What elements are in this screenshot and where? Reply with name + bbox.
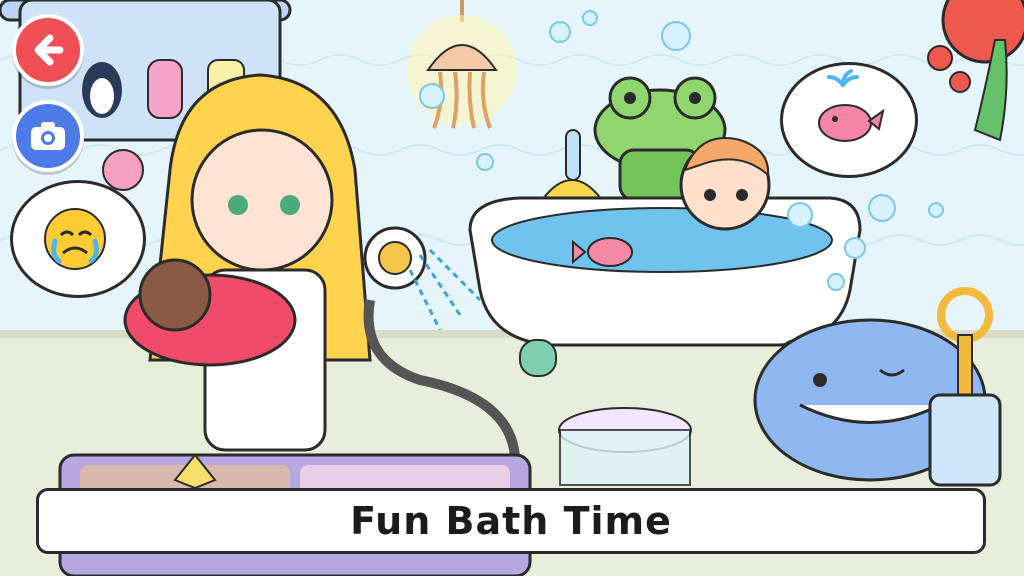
baby-in-tub[interactable] bbox=[679, 137, 771, 231]
camera-button[interactable] bbox=[12, 100, 84, 172]
thermometer[interactable] bbox=[565, 129, 581, 181]
rainbow-stool[interactable] bbox=[558, 407, 692, 486]
pink-whale-fountain-icon bbox=[818, 69, 885, 142]
pink-bottle-toy[interactable] bbox=[147, 59, 183, 119]
camera-icon bbox=[31, 122, 65, 150]
bath-water[interactable] bbox=[491, 207, 833, 273]
caption-text: Fun Bath Time bbox=[350, 499, 672, 543]
arrow-left-icon bbox=[34, 34, 64, 66]
crying-face-emoji-icon bbox=[44, 208, 106, 270]
crying-speech-bubble bbox=[10, 180, 146, 298]
caption-banner: Fun Bath Time bbox=[36, 488, 986, 554]
back-button[interactable] bbox=[12, 14, 84, 86]
whale-speech-bubble bbox=[780, 62, 918, 178]
